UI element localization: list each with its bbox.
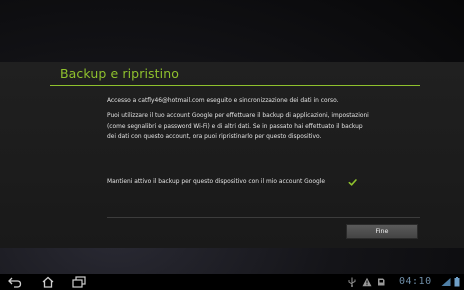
warning-icon bbox=[362, 277, 372, 287]
sd-card-icon bbox=[378, 278, 385, 286]
setup-dialog: Backup e ripristino Accesso a catfly46@h… bbox=[0, 62, 464, 248]
clock: 04:10 bbox=[399, 276, 432, 287]
bottom-divider bbox=[107, 217, 420, 218]
finish-button[interactable]: Fine bbox=[346, 224, 418, 239]
wifi-icon bbox=[441, 278, 451, 286]
back-icon[interactable] bbox=[8, 276, 22, 288]
checkmark-icon[interactable] bbox=[348, 178, 357, 187]
backup-option-row[interactable]: Mantieni attivo il backup per questo dis… bbox=[107, 176, 369, 188]
backup-description-text: Puoi utilizzare il tuo account Google pe… bbox=[107, 113, 369, 141]
system-bar: 04:10 bbox=[0, 274, 464, 290]
dialog-content: Accesso a catfly46@hotmail.com eseguito … bbox=[107, 96, 369, 143]
dialog-title: Backup e ripristino bbox=[60, 66, 179, 81]
title-divider bbox=[50, 85, 420, 86]
account-status-text: Accesso a catfly46@hotmail.com eseguito … bbox=[107, 98, 339, 104]
home-icon[interactable] bbox=[41, 276, 55, 288]
usb-icon bbox=[348, 277, 356, 287]
recent-apps-icon[interactable] bbox=[72, 276, 86, 288]
backup-option-label: Mantieni attivo il backup per questo dis… bbox=[107, 179, 325, 185]
battery-icon bbox=[454, 277, 460, 287]
